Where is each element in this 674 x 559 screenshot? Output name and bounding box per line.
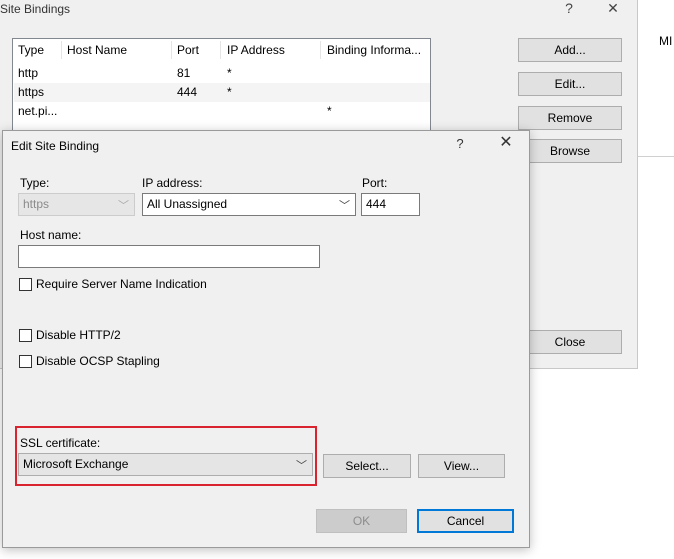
type-label: Type: [20, 176, 50, 190]
ssl-certificate-value: Microsoft Exchange [23, 457, 129, 471]
column-header-port[interactable]: Port [177, 43, 199, 59]
host-name-input[interactable] [18, 245, 320, 268]
ssl-certificate-select[interactable]: Microsoft Exchange ﹀ [18, 453, 313, 476]
divider [638, 156, 674, 157]
ssl-certificate-label: SSL certificate: [20, 436, 101, 450]
dialog-close-button[interactable]: ✕ [493, 134, 519, 154]
row-type: http [18, 66, 39, 80]
edit-site-binding-dialog: Edit Site Binding ? ✕ Type: https ﹀ IP a… [2, 130, 530, 548]
cancel-button[interactable]: Cancel [417, 509, 514, 533]
column-separator[interactable] [171, 41, 172, 59]
chevron-down-icon[interactable]: ﹀ [296, 457, 307, 473]
table-row[interactable]: https 444 * [14, 83, 430, 102]
view-certificate-button[interactable]: View... [418, 454, 505, 478]
disable-ocsp-stapling-checkbox[interactable] [19, 355, 32, 368]
column-header-host-name[interactable]: Host Name [67, 43, 127, 59]
column-header-binding-information[interactable]: Binding Informa... [327, 43, 421, 59]
close-button[interactable]: Close [518, 330, 622, 354]
edit-button[interactable]: Edit... [518, 72, 622, 96]
chevron-down-icon[interactable]: ﹀ [339, 197, 350, 213]
host-name-label: Host name: [20, 228, 82, 242]
type-value: https [23, 197, 50, 211]
disable-ocsp-stapling-label[interactable]: Disable OCSP Stapling [36, 354, 160, 368]
select-certificate-button[interactable]: Select... [323, 454, 411, 478]
site-bindings-title: Site Bindings [0, 2, 71, 16]
row-port: 444 [177, 85, 198, 99]
row-type: net.pi... [18, 104, 58, 118]
add-button[interactable]: Add... [518, 38, 622, 62]
row-type: https [18, 85, 45, 99]
dialog-help-button[interactable]: ? [450, 136, 470, 151]
ip-address-select[interactable]: All Unassigned ﹀ [142, 193, 356, 216]
dialog-title: Edit Site Binding [11, 139, 100, 153]
port-input[interactable]: 444 [361, 193, 420, 216]
require-sni-checkbox[interactable] [19, 278, 32, 291]
column-header-type[interactable]: Type [18, 43, 44, 59]
type-select: https ﹀ [18, 193, 135, 216]
column-separator[interactable] [220, 41, 221, 59]
column-header-ip-address[interactable]: IP Address [227, 43, 285, 59]
browse-button[interactable]: Browse [518, 139, 622, 163]
background-window-text: MI [659, 34, 673, 48]
remove-button[interactable]: Remove [518, 106, 622, 130]
port-value: 444 [366, 197, 387, 211]
disable-http2-label[interactable]: Disable HTTP/2 [36, 328, 121, 342]
port-label: Port: [362, 176, 388, 190]
chevron-down-icon: ﹀ [118, 200, 129, 212]
row-port: 81 [177, 66, 191, 80]
row-info: * [327, 104, 332, 118]
ip-address-value: All Unassigned [147, 197, 228, 211]
row-ip: * [227, 66, 232, 80]
ok-button[interactable]: OK [316, 509, 407, 533]
require-sni-label[interactable]: Require Server Name Indication [36, 277, 207, 291]
column-separator[interactable] [320, 41, 321, 59]
ip-address-label: IP address: [142, 176, 203, 190]
site-bindings-help-button[interactable]: ? [546, 0, 592, 22]
site-bindings-close-button[interactable]: ✕ [590, 0, 636, 22]
disable-http2-checkbox[interactable] [19, 329, 32, 342]
table-row[interactable]: http 81 * [14, 64, 430, 83]
row-ip: * [227, 85, 232, 99]
table-row[interactable]: net.pi... * [14, 102, 430, 121]
column-separator[interactable] [61, 41, 62, 59]
